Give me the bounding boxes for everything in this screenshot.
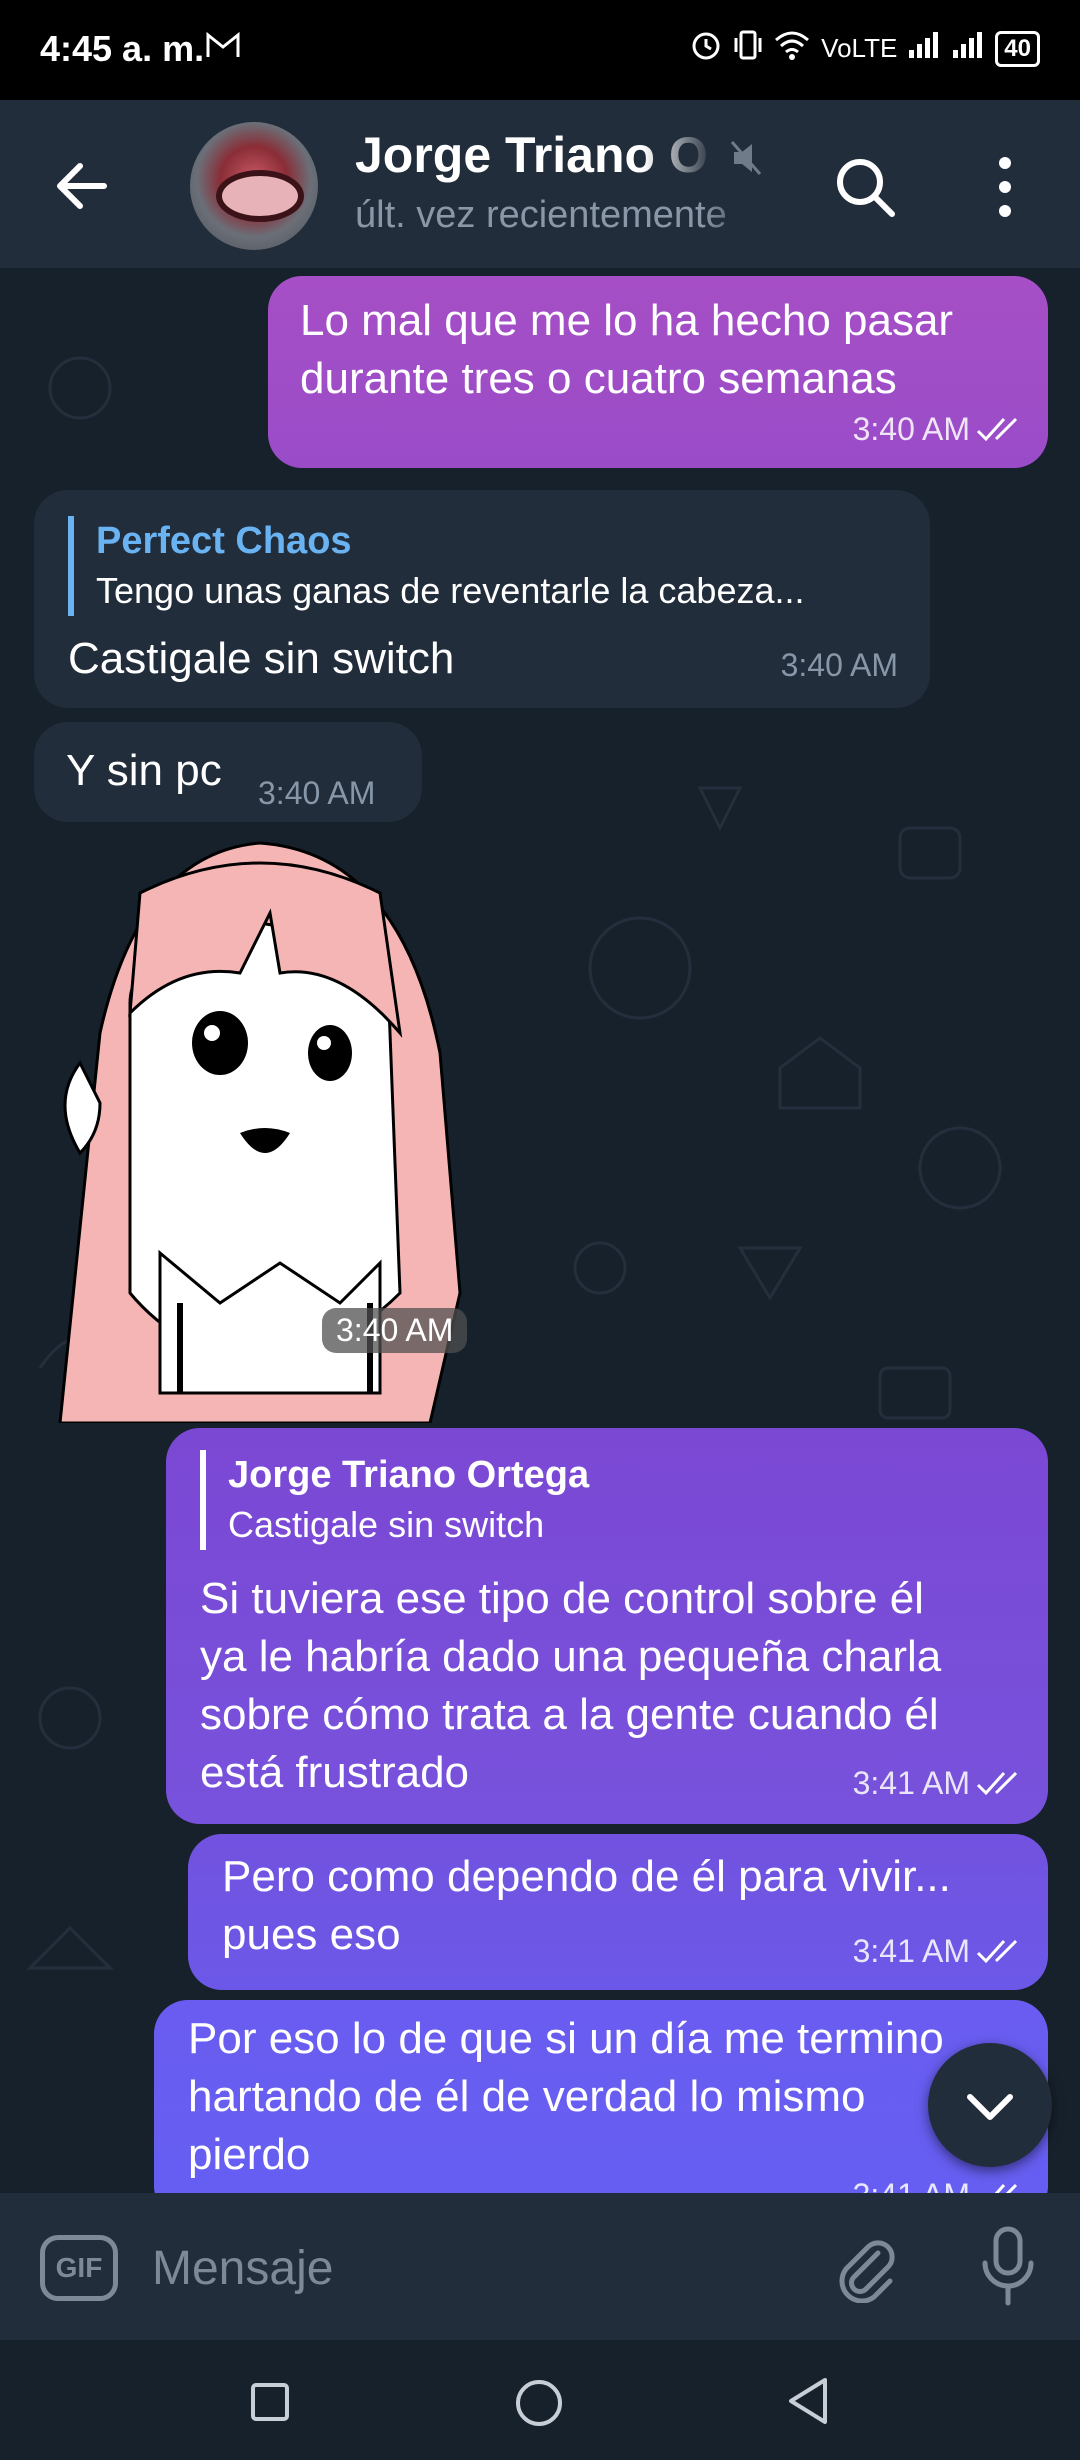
chat-header: Jorge Triano O últ. vez recientemente: [0, 100, 1080, 268]
message-text-line: Si tuviera ese tipo de control sobre él: [200, 1574, 924, 1623]
message-time: 3:40 AM: [852, 411, 970, 447]
status-bar: 4:45 a. m. VoLTE 40: [0, 0, 1080, 100]
gmail-icon: [205, 30, 241, 65]
microphone-button[interactable]: [975, 2223, 1041, 2309]
nav-back-icon[interactable]: [785, 2376, 831, 2426]
reply-author: Perfect Chaos: [96, 520, 352, 562]
back-button[interactable]: [48, 150, 120, 222]
message-bubble-outgoing[interactable]: Jorge Triano Ortega Castigale sin switch…: [166, 1428, 1048, 1824]
reply-text: Castigale sin switch: [228, 1504, 545, 1545]
paperclip-icon: [839, 2240, 895, 2304]
gif-button[interactable]: GIF: [40, 2235, 118, 2301]
message-bubble-outgoing[interactable]: Pero como dependo de él para vivir... pu…: [188, 1834, 1048, 1990]
chat-title[interactable]: Jorge Triano O: [355, 126, 715, 184]
wifi-icon: [773, 30, 811, 67]
double-check-icon: [976, 1771, 1018, 1796]
vibrate-icon: [733, 28, 763, 69]
message-text-line: Pero como dependo de él para vivir...: [222, 1852, 951, 1901]
signal-icon-2: [951, 30, 985, 67]
alarm-icon: [689, 28, 723, 69]
message-text-line: está frustrado: [200, 1748, 470, 1797]
message-text-line: ya le habría dado una pequeña charla: [200, 1632, 942, 1681]
double-check-icon: [976, 1939, 1018, 1964]
attach-button[interactable]: [830, 2231, 902, 2304]
message-text-line: pues eso: [222, 1910, 401, 1959]
recent-apps-icon[interactable]: [250, 2382, 290, 2422]
status-time: 4:45 a. m.: [40, 28, 205, 69]
double-check-icon: [994, 2183, 1018, 2193]
message-text-line: pierdo: [188, 2130, 311, 2179]
message-input[interactable]: [150, 2231, 804, 2305]
message-text-line: hartando de él de verdad lo mismo: [188, 2072, 866, 2121]
more-options-button[interactable]: [990, 155, 1020, 219]
avatar[interactable]: [190, 122, 318, 250]
arrow-left-icon: [57, 163, 107, 209]
home-icon[interactable]: [514, 2378, 564, 2428]
more-vertical-icon: [999, 157, 1011, 217]
message-text-line: sobre cómo trata a la gente cuando él: [200, 1690, 939, 1739]
reply-preview[interactable]: Perfect Chaos Tengo unas ganas de revent…: [68, 516, 916, 616]
microphone-icon: [982, 2226, 1034, 2306]
chat-area[interactable]: Lo mal que me lo ha hecho pasar durante …: [0, 268, 1080, 2193]
message-composer: GIF: [0, 2193, 1080, 2340]
chevron-down-icon: [967, 2094, 1013, 2120]
last-seen-status: últ. vez recientemente: [355, 194, 727, 236]
signal-icon: [907, 30, 941, 67]
search-button[interactable]: [830, 152, 900, 222]
battery-indicator: 40: [995, 30, 1040, 67]
message-time: 3:40 AM: [258, 775, 376, 811]
message-bubble-outgoing[interactable]: Lo mal que me lo ha hecho pasar durante …: [268, 276, 1048, 468]
reply-author: Jorge Triano Ortega: [228, 1454, 590, 1496]
network-type: VoLTE: [821, 33, 898, 63]
double-check-icon: [976, 417, 1018, 442]
message-text: Y sin pc: [66, 746, 222, 795]
message-time: 3:41 AM: [853, 2166, 970, 2193]
status-icons: VoLTE 40: [689, 28, 1040, 69]
message-time: 3:40 AM: [780, 647, 898, 683]
sticker-time: 3:40 AM: [322, 1308, 468, 1353]
search-icon: [837, 159, 895, 217]
message-time: 3:41 AM: [852, 1933, 970, 1969]
message-text-line: Lo mal que me lo ha hecho pasar: [300, 296, 954, 345]
message-bubble-outgoing[interactable]: Por eso lo de que si un día me termino h…: [154, 2000, 1048, 2193]
message-bubble-incoming[interactable]: Y sin pc 3:40 AM: [34, 722, 422, 822]
message-time: 3:41 AM: [852, 1765, 970, 1801]
scroll-to-bottom-button[interactable]: [928, 2043, 1052, 2167]
mute-icon: [728, 138, 764, 183]
reply-text: Tengo unas ganas de reventarle la cabeza…: [96, 570, 805, 611]
message-text: Castigale sin switch: [68, 634, 455, 683]
message-text-line: Por eso lo de que si un día me termino: [188, 2014, 944, 2063]
system-navigation-bar: [0, 2340, 1080, 2460]
message-bubble-incoming[interactable]: Perfect Chaos Tengo unas ganas de revent…: [34, 490, 930, 708]
reply-preview[interactable]: Jorge Triano Ortega Castigale sin switch: [200, 1450, 1028, 1550]
